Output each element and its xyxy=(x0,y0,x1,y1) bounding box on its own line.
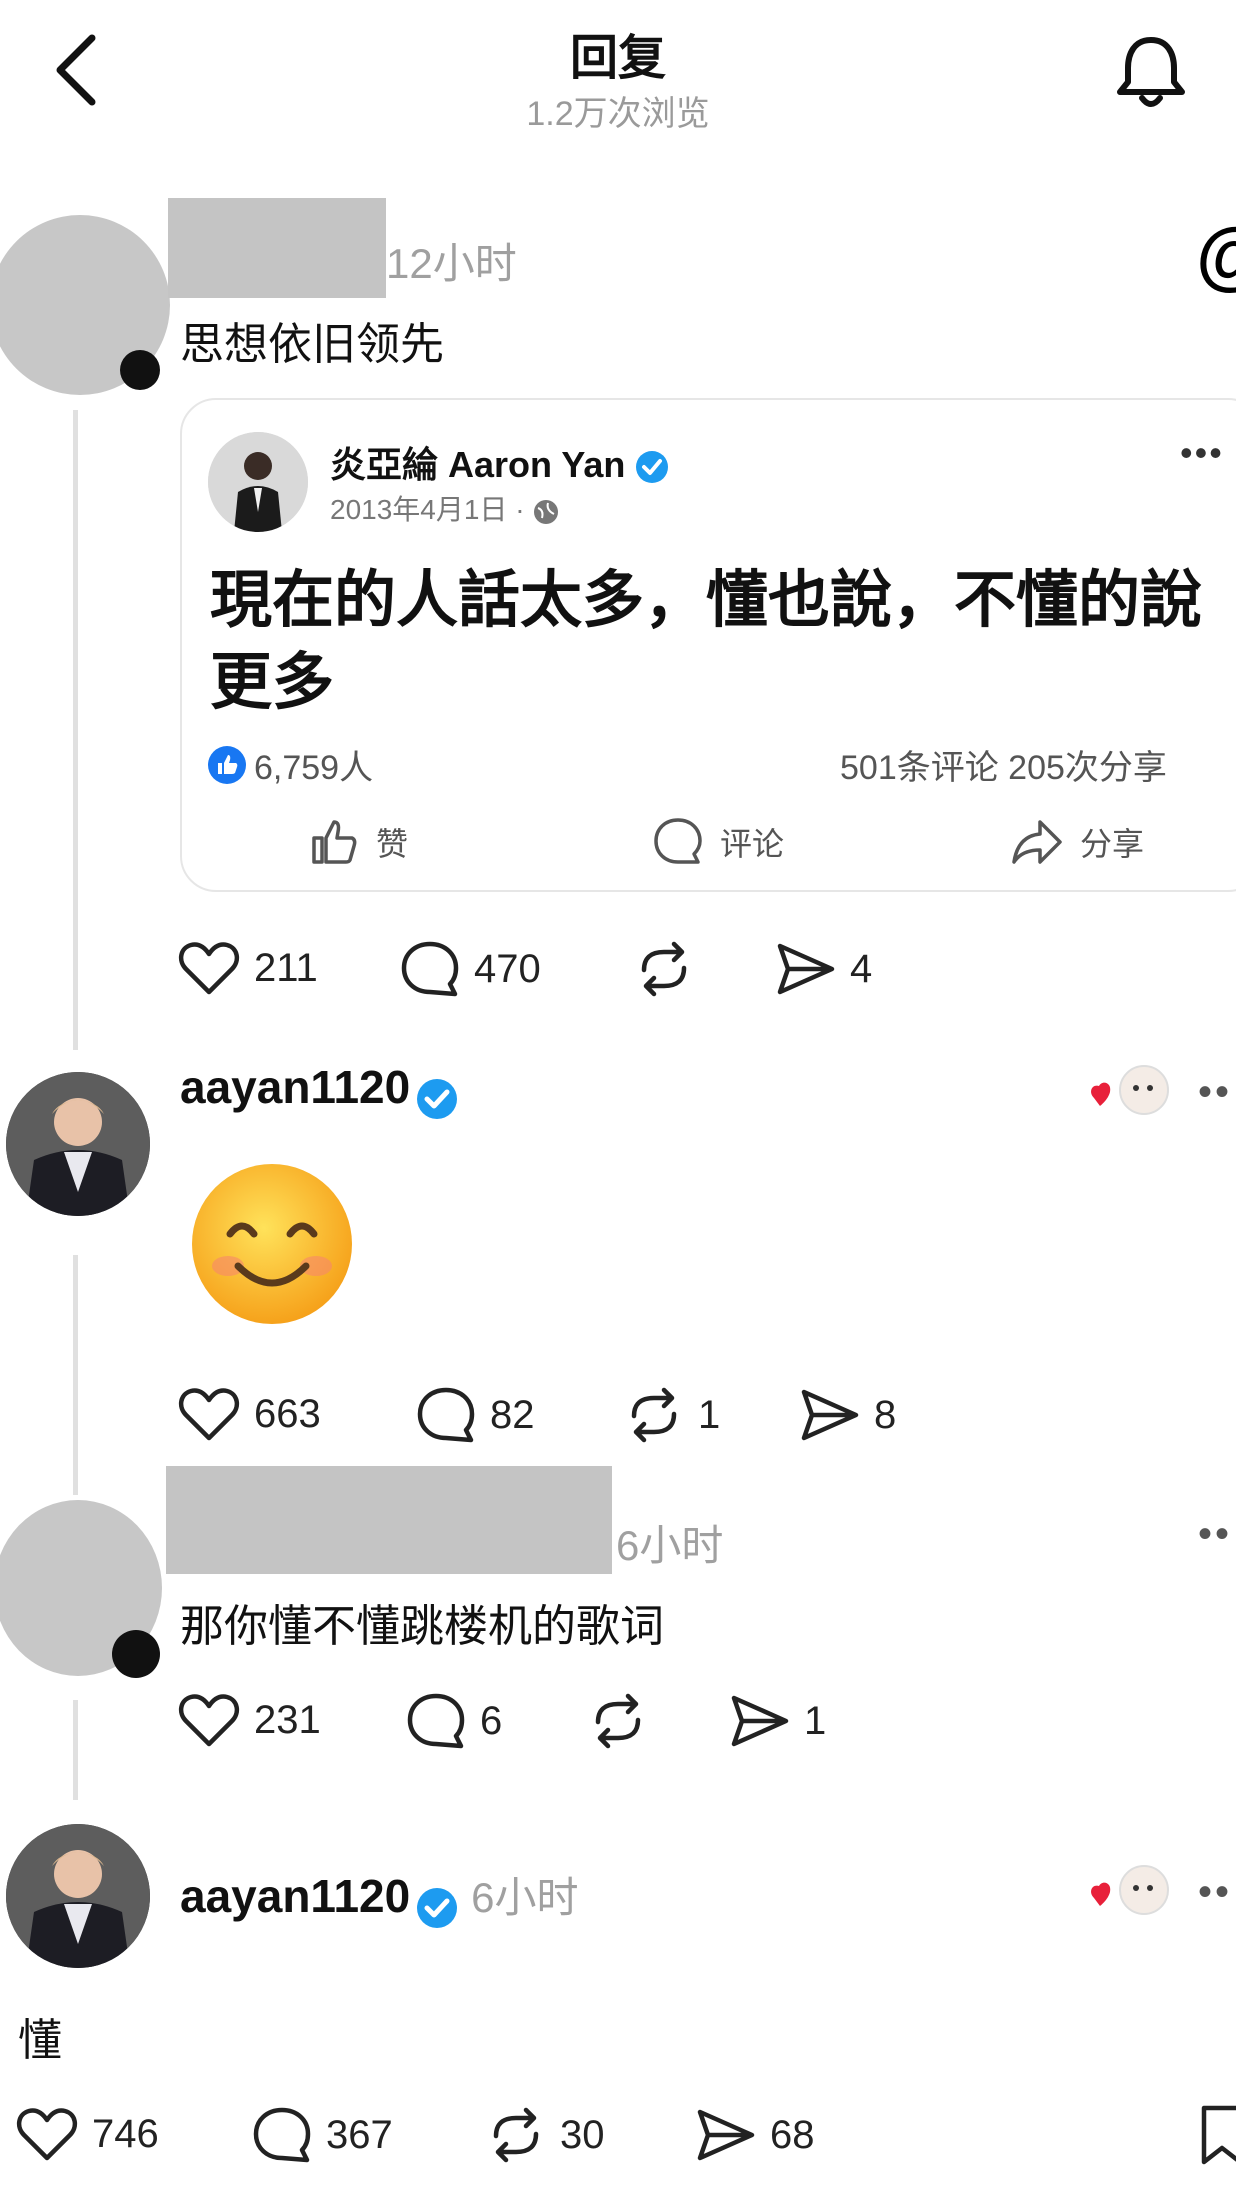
quote-stats: 501条评论 205次分享 xyxy=(840,749,1167,787)
thumbs-up-icon xyxy=(312,820,357,864)
share-button[interactable]: 4 xyxy=(776,940,872,998)
like-button[interactable]: 211 xyxy=(178,940,318,996)
verified-icon xyxy=(416,1887,457,1928)
thread-line xyxy=(73,410,78,1050)
heart-icon xyxy=(16,2108,78,2161)
verified-icon xyxy=(416,1078,457,1119)
post-time: 12小时 xyxy=(386,240,517,287)
more-icon[interactable]: •• xyxy=(1198,1512,1232,1557)
author-reaction-icon xyxy=(1086,1062,1176,1131)
repost-icon xyxy=(595,1693,641,1749)
share-button[interactable]: 1 xyxy=(730,1692,826,1750)
verified-icon xyxy=(636,451,669,484)
bookmark-button[interactable] xyxy=(1200,2104,1236,2171)
thread-line xyxy=(73,1700,78,1800)
globe-icon xyxy=(534,499,559,524)
redacted-username xyxy=(168,198,386,298)
follow-badge xyxy=(120,350,160,390)
more-icon[interactable]: ••• xyxy=(1180,432,1224,474)
quote-date: 2013年4月1日 · xyxy=(330,488,560,528)
author-name: aayan1120 xyxy=(180,1060,459,1121)
comment-icon xyxy=(253,2107,311,2163)
page-title: 回复 xyxy=(569,32,666,85)
comment-icon xyxy=(417,1387,475,1443)
repost-button[interactable]: 30 xyxy=(486,2106,605,2164)
repost-button[interactable]: 1 xyxy=(624,1386,720,1444)
heart-icon xyxy=(178,1694,240,1747)
quote-author: 炎亞綸 Aaron Yan xyxy=(330,436,669,488)
repost-button[interactable] xyxy=(634,940,708,998)
comment-button[interactable]: 470 xyxy=(400,940,541,998)
quote-like-button[interactable]: 赞 xyxy=(308,816,408,868)
threads-logo: @ xyxy=(1196,218,1236,294)
post-time: 6小时 xyxy=(471,1874,579,1921)
heart-icon xyxy=(178,942,240,995)
comment-button[interactable]: 82 xyxy=(416,1386,535,1444)
bookmark-icon xyxy=(1201,2105,1236,2165)
post-text: 思想依旧领先 xyxy=(180,320,444,369)
quote-avatar xyxy=(208,432,308,532)
repost-icon xyxy=(493,2107,539,2163)
facebook-like-icon xyxy=(208,745,246,784)
quote-text: 現在的人話太多，懂也說，不懂的說更多 xyxy=(210,566,1203,717)
bell-icon xyxy=(1117,37,1185,107)
more-icon[interactable]: •• xyxy=(1198,1070,1232,1115)
send-icon xyxy=(777,943,835,995)
repost-button[interactable] xyxy=(588,1692,662,1750)
post-time: 6小时 xyxy=(616,1522,724,1569)
like-button[interactable]: 746 xyxy=(16,2106,159,2162)
more-icon[interactable]: •• xyxy=(1198,1870,1232,1915)
avatar[interactable] xyxy=(6,1824,150,1968)
heart-icon xyxy=(178,1388,240,1441)
avatar[interactable] xyxy=(6,1072,150,1216)
thread-line xyxy=(73,1255,78,1495)
like-button[interactable]: 663 xyxy=(178,1386,321,1442)
share-arrow-icon xyxy=(1012,820,1062,864)
comment-button[interactable]: 6 xyxy=(406,1692,502,1750)
post-text: 那你懂不懂跳楼机的歌词 xyxy=(180,1602,664,1651)
share-button[interactable]: 68 xyxy=(696,2106,815,2164)
author-name: aayan1120 6小时 xyxy=(180,1864,579,1930)
comment-icon xyxy=(654,818,702,864)
share-button[interactable]: 8 xyxy=(800,1386,896,1444)
quote-likes: 6,759人 xyxy=(208,740,373,789)
quote-share-button[interactable]: 分享 xyxy=(1010,816,1144,868)
send-icon xyxy=(801,1389,859,1441)
repost-icon xyxy=(641,941,687,997)
follow-badge xyxy=(112,1630,160,1678)
comment-button[interactable]: 367 xyxy=(252,2106,393,2164)
view-count: 1.2万次浏览 xyxy=(526,95,710,133)
quote-comment-button[interactable]: 评论 xyxy=(652,816,784,868)
notifications-button[interactable] xyxy=(1108,30,1194,116)
post-text: 懂 xyxy=(18,2016,62,2065)
emoji-reply xyxy=(190,1162,354,1331)
redacted-username xyxy=(166,1466,612,1574)
author-reaction-icon xyxy=(1086,1862,1176,1931)
comment-icon xyxy=(401,941,459,997)
send-icon xyxy=(697,2109,755,2161)
comment-icon xyxy=(407,1693,465,1749)
send-icon xyxy=(731,1695,789,1747)
repost-icon xyxy=(631,1387,677,1443)
like-button[interactable]: 231 xyxy=(178,1692,321,1748)
